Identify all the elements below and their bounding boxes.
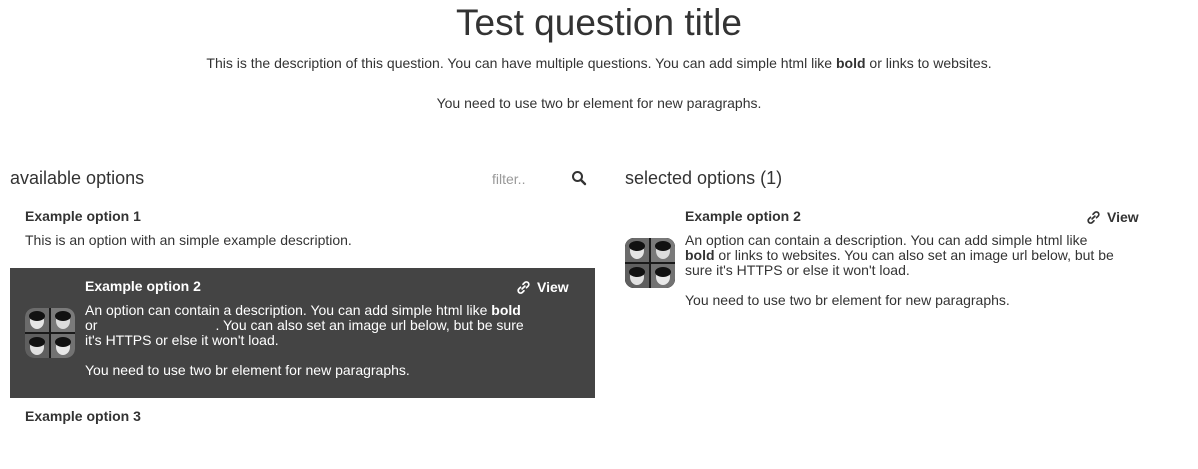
thumbnail-image xyxy=(625,238,675,288)
available-option-3[interactable]: Example option 3 xyxy=(10,400,595,440)
option-name: Example option 2 xyxy=(685,208,801,224)
view-link[interactable]: View xyxy=(516,279,569,295)
desc-text-a: An option can contain a description. You… xyxy=(685,232,1088,248)
desc-text-a: An option can contain a description. You… xyxy=(85,302,492,318)
question-description-paragraph-2: You need to use two br element for new p… xyxy=(436,95,762,111)
desc-or: or xyxy=(85,317,98,333)
desc-bold: bold xyxy=(491,302,521,318)
desc-paragraph-2: You need to use two br element for new p… xyxy=(85,362,410,378)
available-option-1[interactable]: Example option 1 This is an option with … xyxy=(10,200,595,260)
view-link[interactable]: View xyxy=(1086,209,1139,225)
question-description: This is the description of this question… xyxy=(0,55,1198,71)
option-description: This is an option with an simple example… xyxy=(25,232,352,248)
desc-paragraph-2: You need to use two br element for new p… xyxy=(685,292,1010,308)
option-description: An option can contain a description. You… xyxy=(85,303,535,378)
search-icon[interactable] xyxy=(571,170,587,186)
selected-options-title: selected options (1) xyxy=(625,168,783,188)
filter-input[interactable] xyxy=(484,168,574,190)
option-name: Example option 3 xyxy=(25,408,141,424)
desc-bold: bold xyxy=(685,247,715,263)
option-name: Example option 1 xyxy=(25,208,141,224)
thumbnail-image xyxy=(25,308,75,358)
desc-text-b: or links to websites. You can also set a… xyxy=(685,247,1114,278)
option-thumbnail xyxy=(25,308,75,358)
option-thumbnail xyxy=(625,238,675,288)
option-description: An option can contain a description. You… xyxy=(685,233,1115,308)
option-name: Example option 2 xyxy=(85,278,201,294)
description-text-a: This is the description of this question… xyxy=(206,55,836,71)
available-options-title: available options xyxy=(10,168,145,188)
description-bold: bold xyxy=(836,55,866,71)
page-title: Test question title xyxy=(456,2,742,43)
view-label: View xyxy=(537,279,569,295)
description-text-b: or links to websites. xyxy=(865,55,992,71)
link-icon xyxy=(517,281,530,294)
selected-option-1[interactable]: Example option 2 View An option can cont… xyxy=(625,200,1185,320)
available-option-2[interactable]: Example option 2 View An option can cont… xyxy=(10,268,595,398)
link-icon xyxy=(1087,211,1100,224)
view-label: View xyxy=(1107,209,1139,225)
desc-text-b: . You can also set an image url below, b… xyxy=(85,317,524,348)
